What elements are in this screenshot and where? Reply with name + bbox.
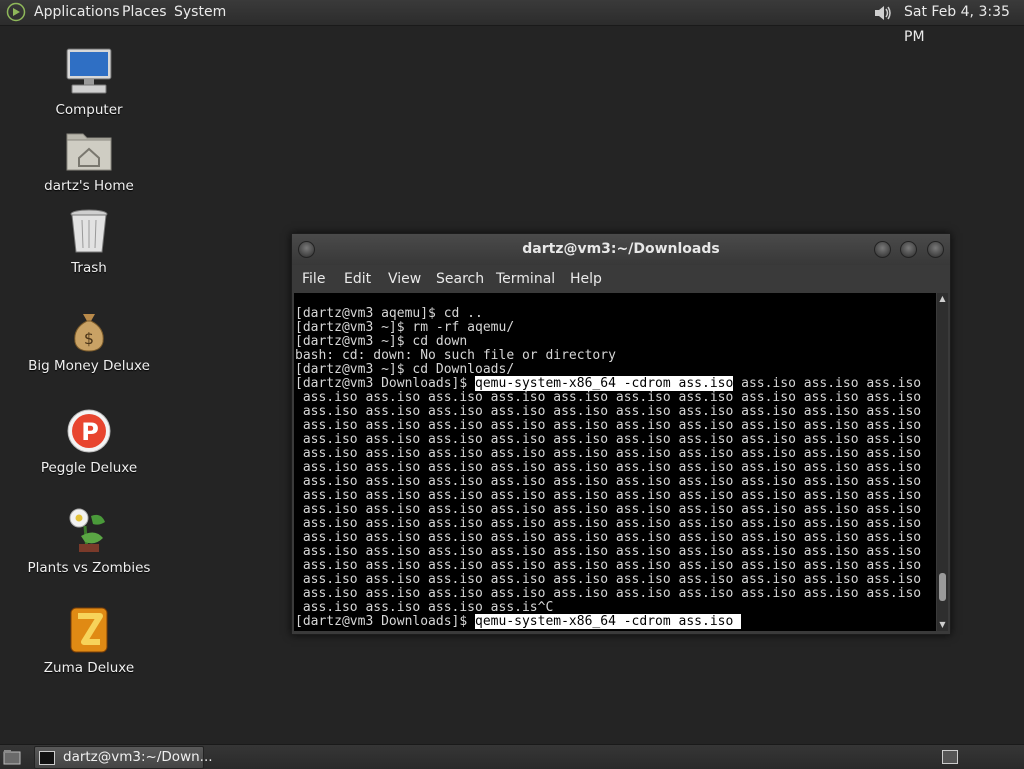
window-title: dartz@vm3:~/Downloads — [522, 241, 720, 257]
desktop-icon-label: Zuma Deluxe — [43, 660, 135, 676]
top-panel: Applications Places System Sat Feb 4, 3:… — [0, 0, 1024, 45]
close-button[interactable] — [927, 241, 944, 258]
terminal-text: [dartz@vm3 aqemu]$ cd .. [dartz@vm3 ~]$ … — [295, 306, 922, 629]
desktop-icon-home[interactable]: dartz's Home — [18, 128, 160, 194]
workspace-switcher[interactable] — [942, 750, 958, 764]
bottom-panel: dartz@vm3:~/Down... — [0, 744, 1024, 769]
svg-text:P: P — [81, 418, 99, 446]
zuma-icon — [70, 607, 108, 653]
distro-logo-icon[interactable] — [6, 2, 26, 22]
menu-terminal[interactable]: Terminal — [496, 265, 555, 293]
desktop-icon-trash[interactable]: Trash — [18, 208, 160, 276]
terminal-scrollbar[interactable]: ▲ ▼ — [937, 293, 948, 631]
desktop-icon-label: dartz's Home — [44, 178, 134, 194]
money-bag-icon: $ — [74, 314, 104, 352]
scroll-up-arrow-icon[interactable]: ▲ — [937, 293, 948, 305]
menu-view[interactable]: View — [388, 265, 421, 293]
desktop-icon-peggle[interactable]: P Peggle Deluxe — [18, 408, 160, 476]
desktop-icon-computer[interactable]: Computer — [18, 46, 160, 118]
desktop-icon-big-money[interactable]: $ Big Money Deluxe — [18, 310, 160, 374]
taskbar-item-terminal[interactable]: dartz@vm3:~/Down... — [34, 746, 213, 769]
applications-menu[interactable]: Applications — [34, 0, 120, 25]
desktop-icon-label: Big Money Deluxe — [28, 358, 150, 374]
minimize-button[interactable] — [874, 241, 891, 258]
selected-text: qemu-system-x86_64 -cdrom ass.iso — [475, 614, 742, 629]
terminal-menubar: File Edit View Search Terminal Help — [292, 265, 950, 293]
selected-text: qemu-system-x86_64 -cdrom ass.iso — [475, 376, 734, 391]
show-desktop-icon[interactable] — [3, 749, 21, 765]
terminal-output[interactable]: [dartz@vm3 aqemu]$ cd .. [dartz@vm3 ~]$ … — [294, 293, 936, 631]
menu-help[interactable]: Help — [570, 265, 602, 293]
svg-text:$: $ — [84, 329, 94, 348]
desktop-icon-label: Plants vs Zombies — [27, 560, 151, 576]
desktop-icon-zuma[interactable]: Zuma Deluxe — [18, 606, 160, 676]
system-menu[interactable]: System — [174, 0, 226, 25]
home-folder-icon — [66, 133, 112, 171]
menu-search[interactable]: Search — [436, 265, 484, 293]
peggle-icon: P — [67, 409, 111, 453]
volume-icon[interactable] — [872, 2, 894, 24]
desktop-icon-label: Trash — [71, 260, 107, 276]
computer-icon — [66, 48, 112, 94]
clock[interactable]: Sat Feb 4, 3:35 PM — [904, 0, 1024, 45]
terminal-icon — [39, 751, 55, 765]
maximize-button[interactable] — [900, 241, 917, 258]
taskbar-item-label: dartz@vm3:~/Down... — [63, 749, 213, 765]
desktop-icon-pvz[interactable]: Plants vs Zombies — [18, 506, 160, 576]
scroll-down-arrow-icon[interactable]: ▼ — [937, 619, 948, 631]
trash-icon — [70, 209, 108, 253]
menu-file[interactable]: File — [302, 265, 325, 293]
places-menu[interactable]: Places — [122, 0, 167, 25]
desktop-icon-label: Computer — [55, 102, 123, 118]
plants-vs-zombies-icon — [69, 508, 105, 552]
terminal-window[interactable]: dartz@vm3:~/Downloads File Edit View Sea… — [291, 233, 951, 635]
window-titlebar[interactable]: dartz@vm3:~/Downloads — [292, 234, 950, 266]
desktop-icon-label: Peggle Deluxe — [40, 460, 138, 476]
scrollbar-thumb[interactable] — [939, 573, 946, 601]
menu-edit[interactable]: Edit — [344, 265, 371, 293]
